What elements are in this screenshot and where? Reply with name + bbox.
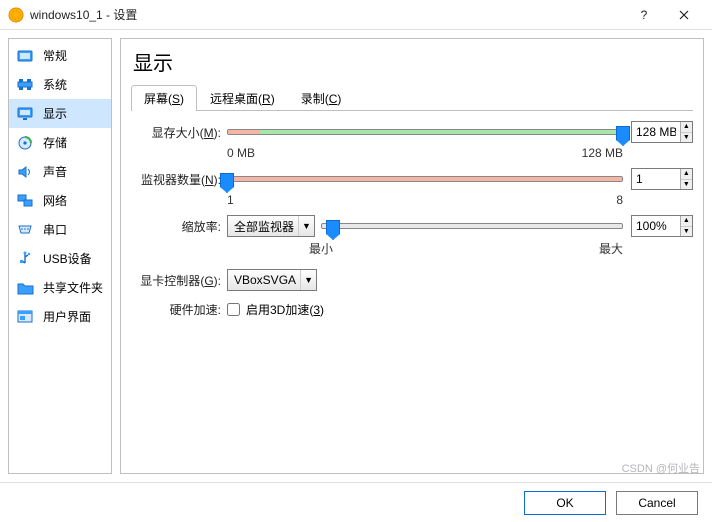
tab-remote-desktop[interactable]: 远程桌面(R): [197, 85, 288, 111]
sidebar-item-label: 存储: [43, 134, 67, 151]
close-button[interactable]: [664, 1, 704, 29]
spin-down[interactable]: ▼: [681, 133, 692, 143]
video-memory-input[interactable]: [632, 122, 680, 142]
sidebar-item-usb[interactable]: USB设备: [9, 244, 111, 273]
footer: OK Cancel: [0, 482, 712, 522]
chevron-down-icon: ▼: [300, 270, 316, 290]
window-title: windows10_1 - 设置: [30, 6, 624, 23]
gpu-controller-label: 显卡控制器(G):: [131, 272, 227, 289]
hw-accel-label: 硬件加速:: [131, 301, 227, 318]
ui-icon: [17, 309, 35, 325]
enable-3d-checkbox[interactable]: [227, 303, 240, 316]
scale-factor-thumb[interactable]: [326, 220, 340, 240]
spin-down[interactable]: ▼: [681, 180, 692, 190]
scale-min: 最小: [309, 240, 333, 257]
spin-up[interactable]: ▲: [681, 216, 692, 227]
vram-max: 128 MB: [582, 146, 623, 160]
scale-factor-slider[interactable]: [321, 223, 623, 229]
sidebar-item-display[interactable]: 显示: [9, 99, 111, 128]
ok-button[interactable]: OK: [524, 491, 606, 515]
video-memory-thumb[interactable]: [616, 126, 630, 146]
tab-recording[interactable]: 录制(C): [288, 85, 355, 111]
monitor-count-thumb[interactable]: [220, 173, 234, 193]
row-hw-accel: 硬件加速: 启用3D加速(3): [131, 301, 693, 318]
scale-monitor-dropdown[interactable]: 全部监视器▼: [227, 215, 315, 237]
row-gpu-controller: 显卡控制器(G): VBoxSVGA▼: [131, 269, 693, 291]
monitor-count-spin[interactable]: ▲▼: [631, 168, 693, 190]
sidebar-item-serial[interactable]: 串口: [9, 215, 111, 244]
storage-icon: [17, 135, 35, 151]
monitor-count-slider[interactable]: [227, 176, 623, 182]
titlebar: windows10_1 - 设置 ?: [0, 0, 712, 30]
scale-max: 最大: [599, 240, 623, 257]
help-button[interactable]: ?: [624, 1, 664, 29]
row-scale-factor: 缩放率: 全部监视器▼ ▲▼: [131, 215, 693, 237]
video-memory-slider[interactable]: [227, 129, 623, 135]
row-monitor-count: 监视器数量(N): ▲▼: [131, 168, 693, 190]
spin-up[interactable]: ▲: [681, 122, 692, 133]
monitor-count-label: 监视器数量(N):: [131, 171, 227, 188]
sidebar-item-system[interactable]: 系统: [9, 70, 111, 99]
sidebar-item-label: 系统: [43, 76, 67, 93]
sidebar-item-storage[interactable]: 存储: [9, 128, 111, 157]
scale-factor-input[interactable]: [632, 216, 680, 236]
system-icon: [17, 77, 35, 93]
sidebar-item-audio[interactable]: 声音: [9, 157, 111, 186]
network-icon: [17, 193, 35, 209]
display-icon: [17, 106, 35, 122]
sidebar-item-label: USB设备: [43, 250, 92, 267]
main-area: 常规 系统 显示 存储 声音 网络 串口 USB设备: [0, 30, 712, 482]
sidebar-item-label: 常规: [43, 47, 67, 64]
vram-min: 0 MB: [227, 146, 255, 160]
folder-icon: [17, 280, 35, 296]
gpu-controller-dropdown[interactable]: VBoxSVGA▼: [227, 269, 317, 291]
spin-up[interactable]: ▲: [681, 169, 692, 180]
sidebar-item-network[interactable]: 网络: [9, 186, 111, 215]
serial-icon: [17, 222, 35, 238]
content-panel: 显示 屏幕(S) 远程桌面(R) 录制(C) 显存大小(M): ▲▼: [120, 38, 704, 474]
sidebar-item-label: 串口: [43, 221, 67, 238]
sidebar-item-ui[interactable]: 用户界面: [9, 302, 111, 331]
video-memory-spin[interactable]: ▲▼: [631, 121, 693, 143]
tab-screen[interactable]: 屏幕(S): [131, 85, 197, 111]
audio-icon: [17, 164, 35, 180]
mon-max: 8: [616, 193, 623, 207]
general-icon: [17, 48, 35, 64]
app-icon: [8, 7, 24, 23]
page-title: 显示: [133, 47, 693, 76]
row-video-memory: 显存大小(M): ▲▼: [131, 121, 693, 143]
sidebar-item-label: 共享文件夹: [43, 279, 103, 296]
sidebar-item-label: 显示: [43, 105, 67, 122]
chevron-down-icon: ▼: [298, 216, 314, 236]
monitor-count-input[interactable]: [632, 169, 680, 189]
sidebar-item-label: 声音: [43, 163, 67, 180]
cancel-button[interactable]: Cancel: [616, 491, 698, 515]
sidebar: 常规 系统 显示 存储 声音 网络 串口 USB设备: [8, 38, 112, 474]
sidebar-item-shared-folders[interactable]: 共享文件夹: [9, 273, 111, 302]
sidebar-item-label: 网络: [43, 192, 67, 209]
video-memory-label: 显存大小(M):: [131, 124, 227, 141]
mon-min: 1: [227, 193, 234, 207]
usb-icon: [17, 251, 35, 267]
scale-factor-label: 缩放率:: [131, 218, 227, 235]
tabs: 屏幕(S) 远程桌面(R) 录制(C): [131, 84, 693, 111]
scale-factor-spin[interactable]: ▲▼: [631, 215, 693, 237]
enable-3d-checkbox-row[interactable]: 启用3D加速(3): [227, 301, 324, 318]
enable-3d-label: 启用3D加速(3): [246, 301, 324, 318]
sidebar-item-label: 用户界面: [43, 308, 91, 325]
spin-down[interactable]: ▼: [681, 227, 692, 237]
sidebar-item-general[interactable]: 常规: [9, 41, 111, 70]
